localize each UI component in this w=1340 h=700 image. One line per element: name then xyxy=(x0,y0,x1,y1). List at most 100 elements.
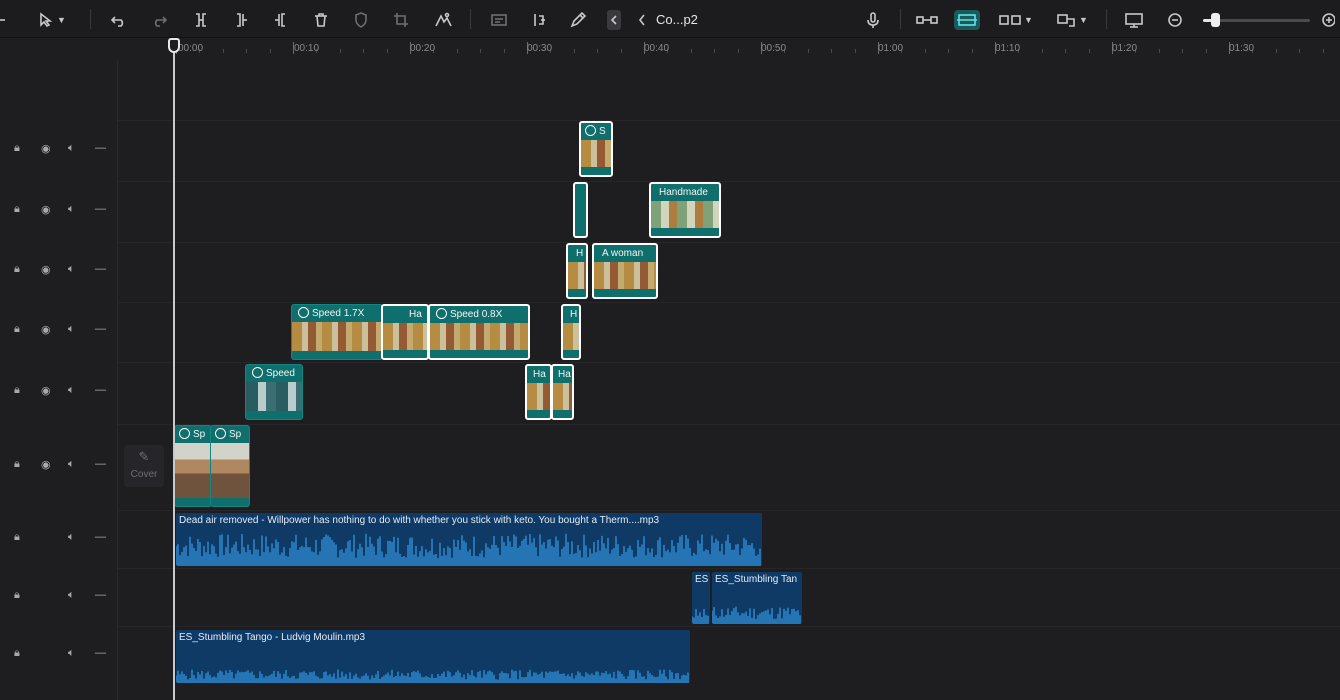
back-icon[interactable] xyxy=(636,10,648,30)
ruler-minor-tick xyxy=(948,49,950,53)
ruler-minor-tick xyxy=(1065,49,1067,53)
lane-divider xyxy=(118,181,1340,182)
cover-button[interactable]: ✎ Cover xyxy=(124,445,164,487)
video-clip[interactable]: Sp xyxy=(210,425,250,507)
lock-icon[interactable]: 🔒︎ xyxy=(14,531,20,544)
redo-button[interactable] xyxy=(148,10,170,30)
speed-icon xyxy=(436,308,447,319)
audio-clip[interactable]: ES_Stumbling Tango - Ludvig Moulin.mp3 xyxy=(176,630,690,683)
snap-button[interactable]: ▼ xyxy=(1052,10,1092,30)
speaker-icon[interactable]: 🔈︎ xyxy=(68,203,75,216)
audio-clip[interactable]: ES_Stumbling Tan xyxy=(712,572,802,624)
eye-icon[interactable]: ◉ xyxy=(41,323,51,336)
split-right-button[interactable] xyxy=(270,10,292,30)
lock-icon[interactable]: 🔒︎ xyxy=(14,203,20,216)
audio-clip[interactable]: Dead air removed - Willpower has nothing… xyxy=(176,513,762,566)
speaker-icon[interactable]: 🔈︎ xyxy=(68,589,75,602)
video-clip[interactable]: Handmade xyxy=(649,182,721,238)
more-icon[interactable]: — xyxy=(95,531,106,543)
pen-button[interactable] xyxy=(567,10,589,30)
delete-button[interactable] xyxy=(310,10,332,30)
video-clip[interactable]: H xyxy=(561,304,581,360)
clip-thumbnail xyxy=(553,383,572,410)
ruler-label: 00:50 xyxy=(761,43,787,54)
subtitle-button[interactable] xyxy=(488,10,510,30)
more-icon[interactable]: — xyxy=(95,203,106,215)
speaker-icon[interactable]: 🔈︎ xyxy=(68,263,75,276)
screen-button[interactable] xyxy=(1122,10,1146,30)
ruler-minor-tick xyxy=(1182,49,1184,53)
video-clip[interactable] xyxy=(573,182,588,238)
link-button[interactable] xyxy=(915,10,939,30)
track-controls: 🔒︎ ◉ 🔈︎ — xyxy=(0,261,118,281)
divider xyxy=(900,9,901,29)
more-icon[interactable]: — xyxy=(95,589,106,601)
lock-icon[interactable]: 🔒︎ xyxy=(14,263,20,276)
more-icon[interactable]: — xyxy=(95,323,106,335)
speaker-icon[interactable]: 🔈︎ xyxy=(68,323,75,336)
video-clip[interactable]: S xyxy=(579,121,613,177)
speaker-icon[interactable]: 🔈︎ xyxy=(68,531,75,544)
video-clip[interactable]: H xyxy=(566,243,588,299)
lane-divider xyxy=(118,362,1340,363)
lane-divider xyxy=(118,626,1340,627)
video-clip[interactable]: Ha xyxy=(551,364,574,420)
ruler-minor-tick xyxy=(1205,49,1207,53)
split-button[interactable] xyxy=(190,10,212,30)
split-left-button[interactable] xyxy=(230,10,252,30)
video-clip[interactable]: Ha xyxy=(381,304,429,360)
speaker-icon[interactable]: 🔈︎ xyxy=(68,384,75,397)
more-icon[interactable]: — xyxy=(95,142,106,154)
speaker-icon[interactable]: 🔈︎ xyxy=(68,458,75,471)
freeze-button[interactable] xyxy=(528,10,550,30)
video-clip[interactable]: A woman xyxy=(592,243,658,299)
lock-icon[interactable]: 🔒︎ xyxy=(14,458,20,471)
speaker-icon[interactable]: 🔈︎ xyxy=(68,647,75,660)
eye-icon[interactable]: ◉ xyxy=(41,142,51,155)
video-clip[interactable]: Speed 1.7X xyxy=(291,304,383,360)
menu-edge-icon[interactable] xyxy=(0,10,6,30)
collapse-button[interactable] xyxy=(607,10,621,30)
crop-button[interactable] xyxy=(390,10,412,30)
more-icon[interactable]: — xyxy=(95,263,106,275)
zoom-in-button[interactable] xyxy=(1312,10,1340,30)
lock-icon[interactable]: 🔒︎ xyxy=(14,142,20,155)
playhead-handle[interactable] xyxy=(168,38,180,53)
more-icon[interactable]: — xyxy=(95,384,106,396)
screen-icon xyxy=(1125,13,1143,28)
video-clip[interactable]: Sp xyxy=(174,425,212,507)
divider xyxy=(470,9,471,29)
eye-icon[interactable]: ◉ xyxy=(41,203,51,216)
preview-link-button[interactable]: ▼ xyxy=(996,10,1036,30)
ruler-label: 00:10 xyxy=(294,43,320,54)
project-title[interactable]: Co...p2 xyxy=(656,12,698,27)
shield-button[interactable] xyxy=(350,10,372,30)
zoom-out-button[interactable] xyxy=(1164,10,1186,30)
redo-icon xyxy=(154,16,168,27)
more-icon[interactable]: — xyxy=(95,647,106,659)
speaker-icon[interactable]: 🔈︎ xyxy=(68,142,75,155)
lock-icon[interactable]: 🔒︎ xyxy=(14,589,20,602)
ruler-label: 00:30 xyxy=(527,43,553,54)
more-icon[interactable]: — xyxy=(95,458,106,470)
playhead[interactable] xyxy=(173,38,175,700)
eye-icon[interactable]: ◉ xyxy=(41,384,51,397)
clip-header: Speed 1.7X xyxy=(292,305,382,322)
video-clip[interactable]: Speed xyxy=(245,364,303,420)
video-clip[interactable]: Ha xyxy=(525,364,552,420)
lock-icon[interactable]: 🔒︎ xyxy=(14,384,20,397)
auto-reframe-button[interactable] xyxy=(430,10,456,30)
zoom-slider-handle[interactable] xyxy=(1210,13,1220,27)
audio-clip[interactable]: ES xyxy=(692,572,710,624)
lock-icon[interactable]: 🔒︎ xyxy=(14,323,20,336)
timeline-ruler[interactable]: 00:00 00:10 00:20 00:30 00:40 00:50 01:0… xyxy=(0,38,1340,60)
undo-button[interactable] xyxy=(108,10,130,30)
eye-icon[interactable]: ◉ xyxy=(41,263,51,276)
clip-header: Sp xyxy=(211,426,249,443)
lock-icon[interactable]: 🔒︎ xyxy=(14,647,20,660)
eye-icon[interactable]: ◉ xyxy=(41,458,51,471)
record-voice-button[interactable] xyxy=(862,10,884,30)
video-clip[interactable]: Speed 0.8X xyxy=(428,304,530,360)
pointer-tool-button[interactable]: ▼ xyxy=(32,10,72,30)
main-track-magnet-button[interactable] xyxy=(954,10,980,30)
